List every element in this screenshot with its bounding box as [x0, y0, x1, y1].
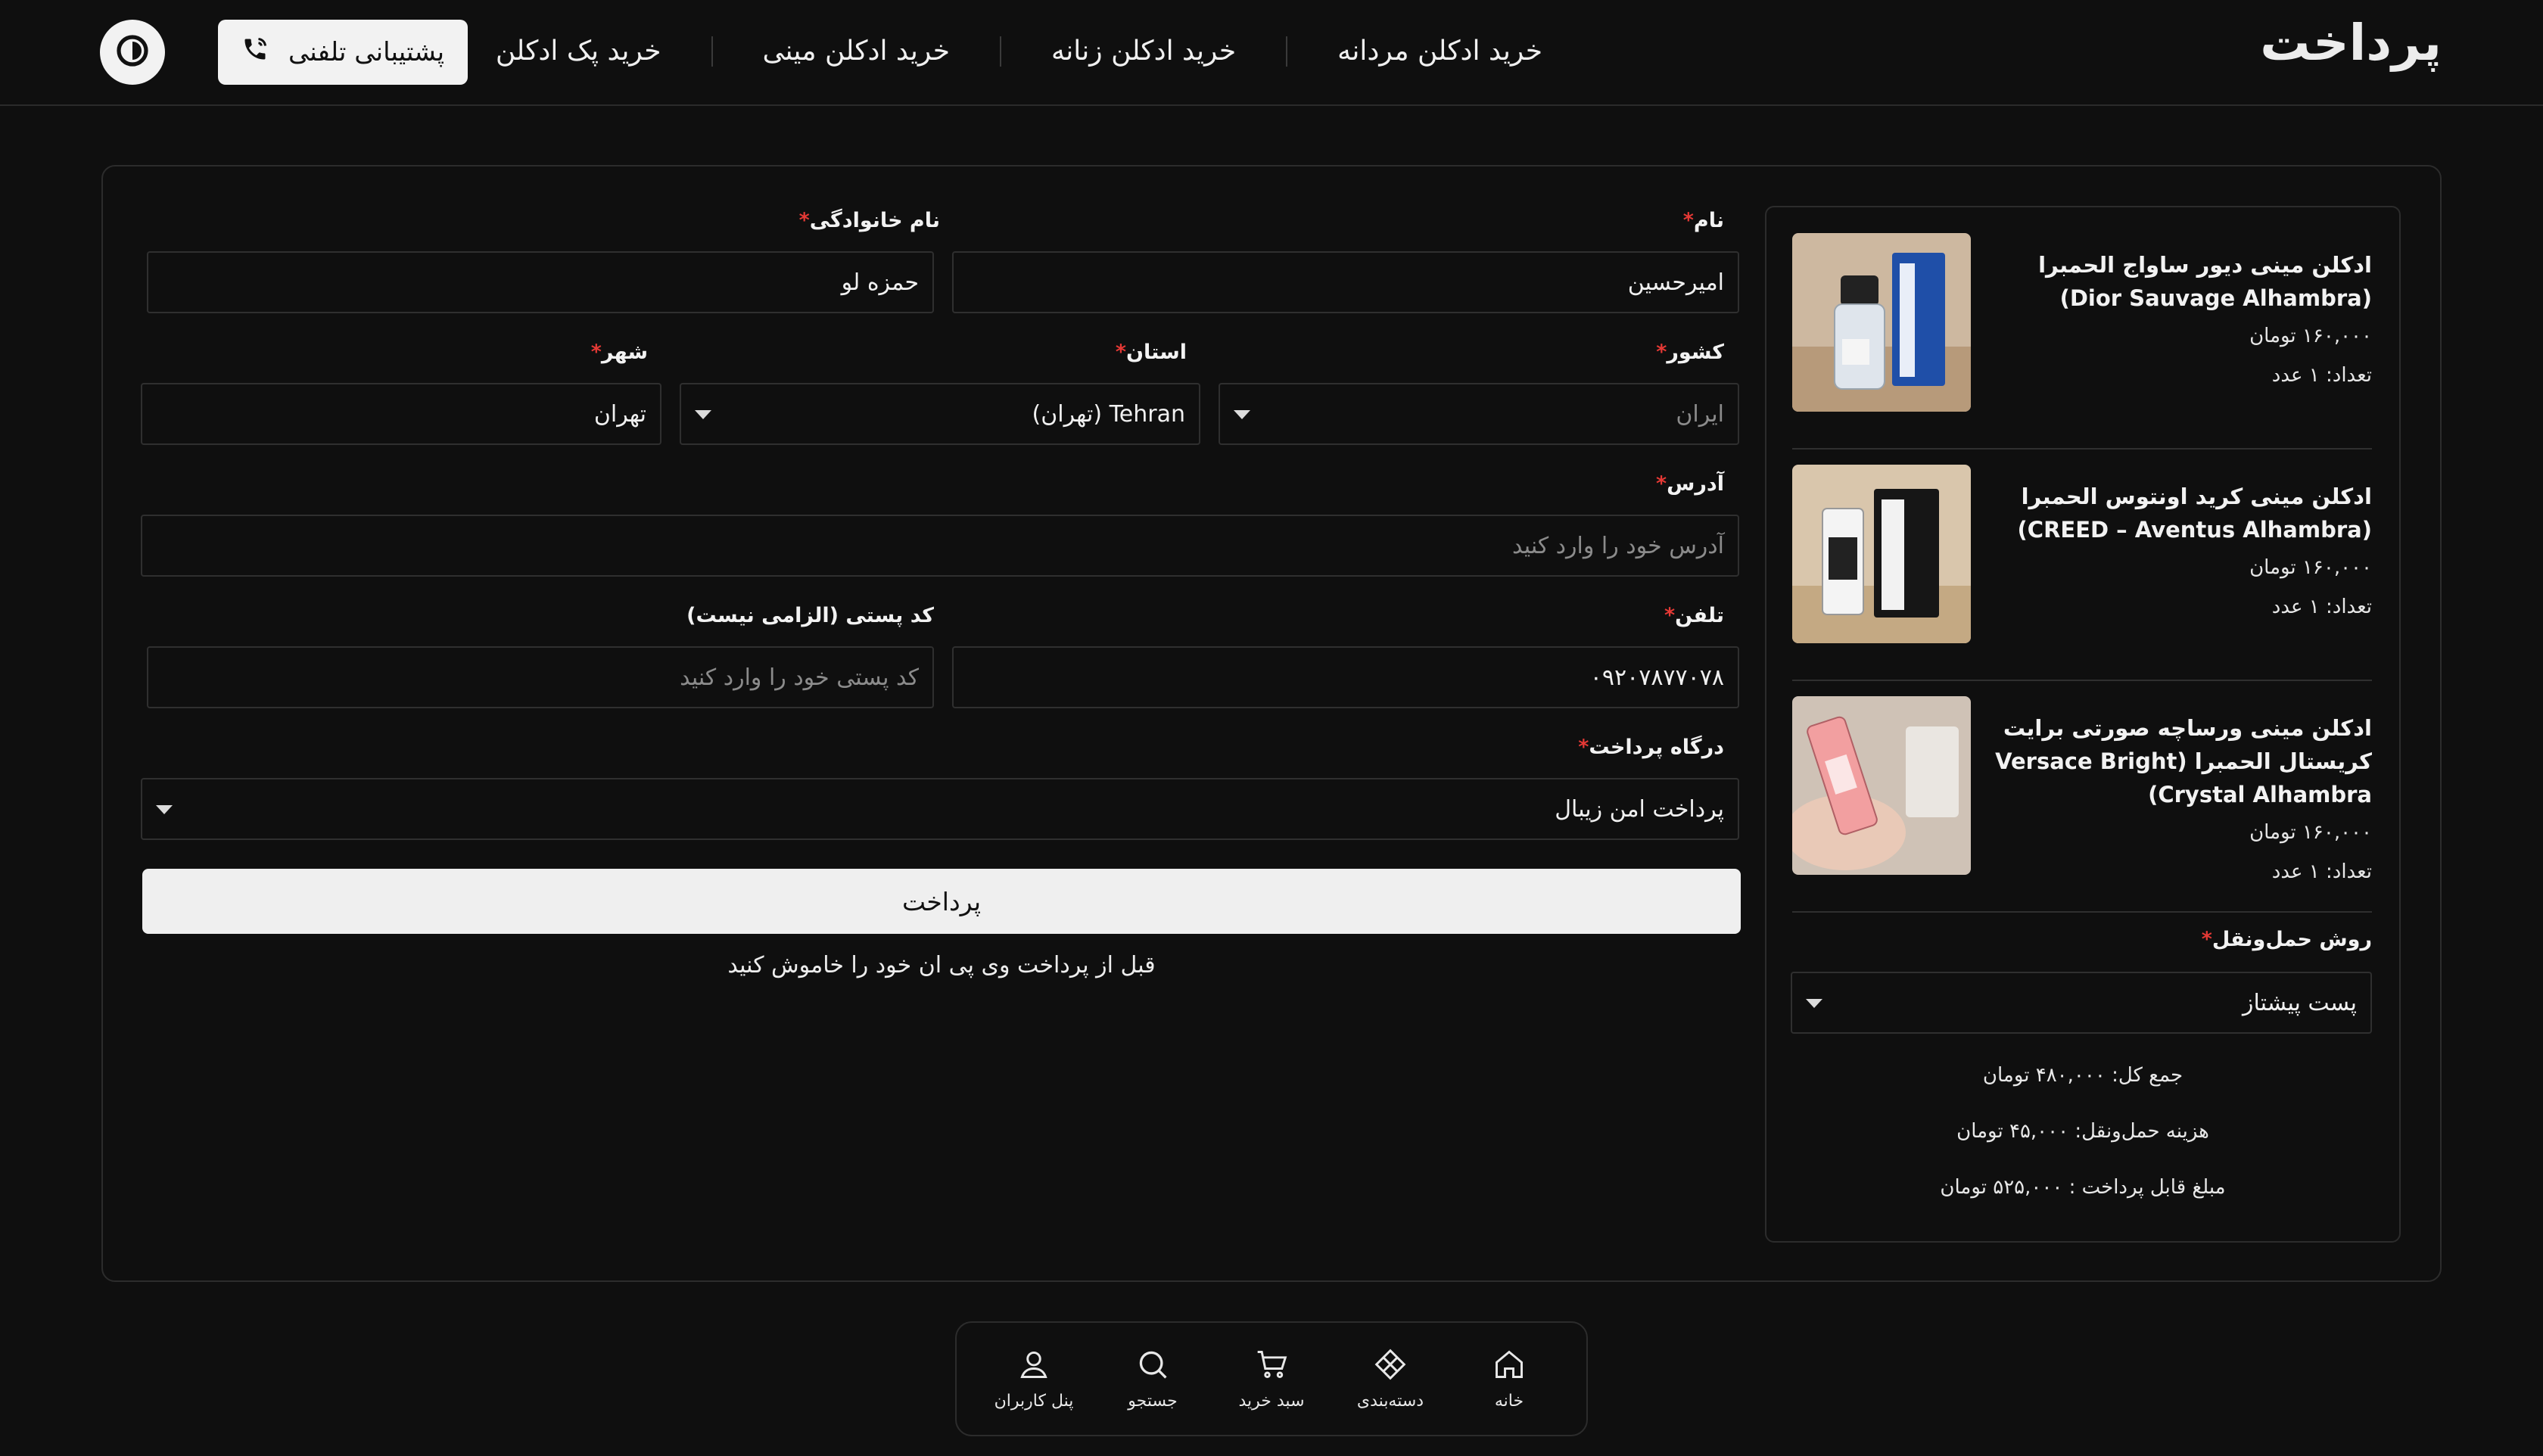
phone-support-button[interactable]: پشتیبانی تلفنی [218, 20, 468, 85]
province-label: استان* [1115, 341, 1187, 364]
city-value: تهران [593, 400, 646, 428]
postal-code-label: کد پستی (الزامی نیست) [686, 604, 934, 627]
chevron-down-icon [1806, 999, 1822, 1008]
payment-gateway-value: پرداخت امن زیبال [1555, 795, 1724, 823]
country-label: کشور* [1656, 341, 1724, 364]
bottom-nav-cart[interactable]: سبد خرید [1212, 1348, 1331, 1411]
bottom-nav-categories[interactable]: دسته‌بندی [1331, 1348, 1450, 1411]
nav-perfume-pack[interactable]: خرید پک ادکلن [496, 36, 711, 67]
province-value: Tehran (تهران) [1032, 400, 1185, 428]
shipping-method-label: روش حمل‌ونقل* [2201, 928, 2372, 951]
product-image [1792, 696, 1971, 875]
phone-label: تلفن* [1664, 604, 1724, 627]
province-select[interactable]: Tehran (تهران) [680, 383, 1200, 445]
product-name[interactable]: ادکلن مینی کرید اونتوس الحمبرا (CREED – … [1978, 480, 2372, 546]
chevron-down-icon [695, 410, 711, 419]
postal-code-input[interactable]: کد پستی خود را وارد کنید [147, 646, 934, 708]
product-quantity: تعداد: ۱ عدد [2271, 364, 2372, 387]
country-value: ایران [1676, 400, 1724, 428]
bottom-nav-search[interactable]: جستجو [1094, 1348, 1212, 1411]
first-name-input[interactable]: امیرحسین [952, 251, 1739, 313]
bottom-nav: خانه دسته‌بندی سبد خرید جستجو پنل کاربرا… [955, 1321, 1588, 1436]
last-name-value: حمزه لو [841, 269, 919, 296]
product-quantity: تعداد: ۱ عدد [2271, 860, 2372, 883]
vpn-warning-note: قبل از پرداخت وی پی ان خود را خاموش کنید [727, 952, 1156, 978]
phone-icon [241, 36, 269, 70]
order-summary: ادکلن مینی دیور ساواج الحمبرا (Dior Sauv… [1765, 206, 2401, 1243]
search-icon [1136, 1348, 1169, 1384]
product-name[interactable]: ادکلن مینی ورساچه صورتی برایت کریستال ال… [1978, 711, 2372, 811]
bottom-nav-label: دسته‌بندی [1356, 1391, 1424, 1411]
first-name-label: نام* [1682, 209, 1724, 232]
city-input[interactable]: تهران [141, 383, 661, 445]
last-name-label: نام خانوادگی* [798, 209, 940, 232]
bottom-nav-label: خانه [1494, 1391, 1524, 1411]
checkout-panel: ادکلن مینی دیور ساواج الحمبرا (Dior Sauv… [101, 165, 2442, 1282]
site-header: پرداخت خرید ادکلن مردانه خرید ادکلن زنان… [0, 0, 2543, 106]
nav-women-perfume[interactable]: خرید ادکلن زنانه [999, 36, 1286, 67]
address-placeholder: آدرس خود را وارد کنید [1512, 532, 1724, 559]
shipping-method-value: پست پیشتاز [2243, 989, 2357, 1016]
payment-gateway-label: درگاه پرداخت* [1578, 736, 1724, 759]
product-price: ۱۶۰,۰۰۰ تومان [2249, 556, 2372, 579]
first-name-value: امیرحسین [1627, 269, 1724, 296]
contrast-icon [114, 33, 151, 72]
bottom-nav-user-panel[interactable]: پنل کاربران [975, 1348, 1094, 1411]
payable-amount: مبلغ قابل پرداخت : ۵۲۵,۰۰۰ تومان [1940, 1176, 2226, 1199]
main-nav: خرید ادکلن مردانه خرید ادکلن زنانه خرید … [496, 30, 1542, 73]
payment-gateway-select[interactable]: پرداخت امن زیبال [141, 778, 1739, 840]
shipping-cost: هزینه حمل‌ونقل: ۴۵,۰۰۰ تومان [1956, 1120, 2209, 1143]
theme-toggle-button[interactable] [100, 20, 165, 85]
last-name-input[interactable]: حمزه لو [147, 251, 934, 313]
product-quantity: تعداد: ۱ عدد [2271, 596, 2372, 618]
product-price: ۱۶۰,۰۰۰ تومان [2249, 821, 2372, 844]
bottom-nav-label: جستجو [1128, 1391, 1178, 1411]
city-label: شهر* [590, 341, 648, 364]
cart-total: جمع کل: ۴۸۰,۰۰۰ تومان [1982, 1064, 2183, 1087]
cart-icon [1255, 1348, 1288, 1384]
page-title: پرداخت [2260, 14, 2442, 72]
bottom-nav-home[interactable]: خانه [1450, 1348, 1569, 1411]
phone-input[interactable]: ۰۹۲۰۷۸۷۷۰۷۸ [952, 646, 1739, 708]
home-icon [1492, 1348, 1526, 1384]
address-label: آدرس* [1655, 472, 1724, 496]
postal-code-placeholder: کد پستی خود را وارد کنید [680, 664, 919, 691]
bottom-nav-label: پنل کاربران [994, 1391, 1074, 1411]
user-icon [1017, 1348, 1051, 1384]
product-name[interactable]: ادکلن مینی دیور ساواج الحمبرا (Dior Sauv… [1978, 248, 2372, 315]
address-input[interactable]: آدرس خود را وارد کنید [141, 515, 1739, 577]
product-price: ۱۶۰,۰۰۰ تومان [2249, 325, 2372, 347]
cart-item: ادکلن مینی ورساچه صورتی برایت کریستال ال… [1792, 696, 2372, 913]
cart-item: ادکلن مینی دیور ساواج الحمبرا (Dior Sauv… [1792, 233, 2372, 450]
nav-men-perfume[interactable]: خرید ادکلن مردانه [1286, 36, 1542, 67]
chevron-down-icon [1234, 410, 1250, 419]
bottom-nav-label: سبد خرید [1238, 1391, 1305, 1411]
category-icon [1374, 1348, 1407, 1384]
product-image [1792, 465, 1971, 643]
nav-mini-perfume[interactable]: خرید ادکلن مینی [711, 36, 1000, 67]
cart-item: ادکلن مینی کرید اونتوس الحمبرا (CREED – … [1792, 465, 2372, 681]
product-image [1792, 233, 1971, 412]
pay-button[interactable]: پرداخت [142, 869, 1741, 934]
chevron-down-icon [156, 805, 173, 814]
phone-value: ۰۹۲۰۷۸۷۷۰۷۸ [1589, 664, 1724, 691]
phone-support-label: پشتیبانی تلفنی [288, 37, 445, 67]
country-select[interactable]: ایران [1219, 383, 1739, 445]
shipping-method-select[interactable]: پست پیشتاز [1791, 972, 2372, 1034]
